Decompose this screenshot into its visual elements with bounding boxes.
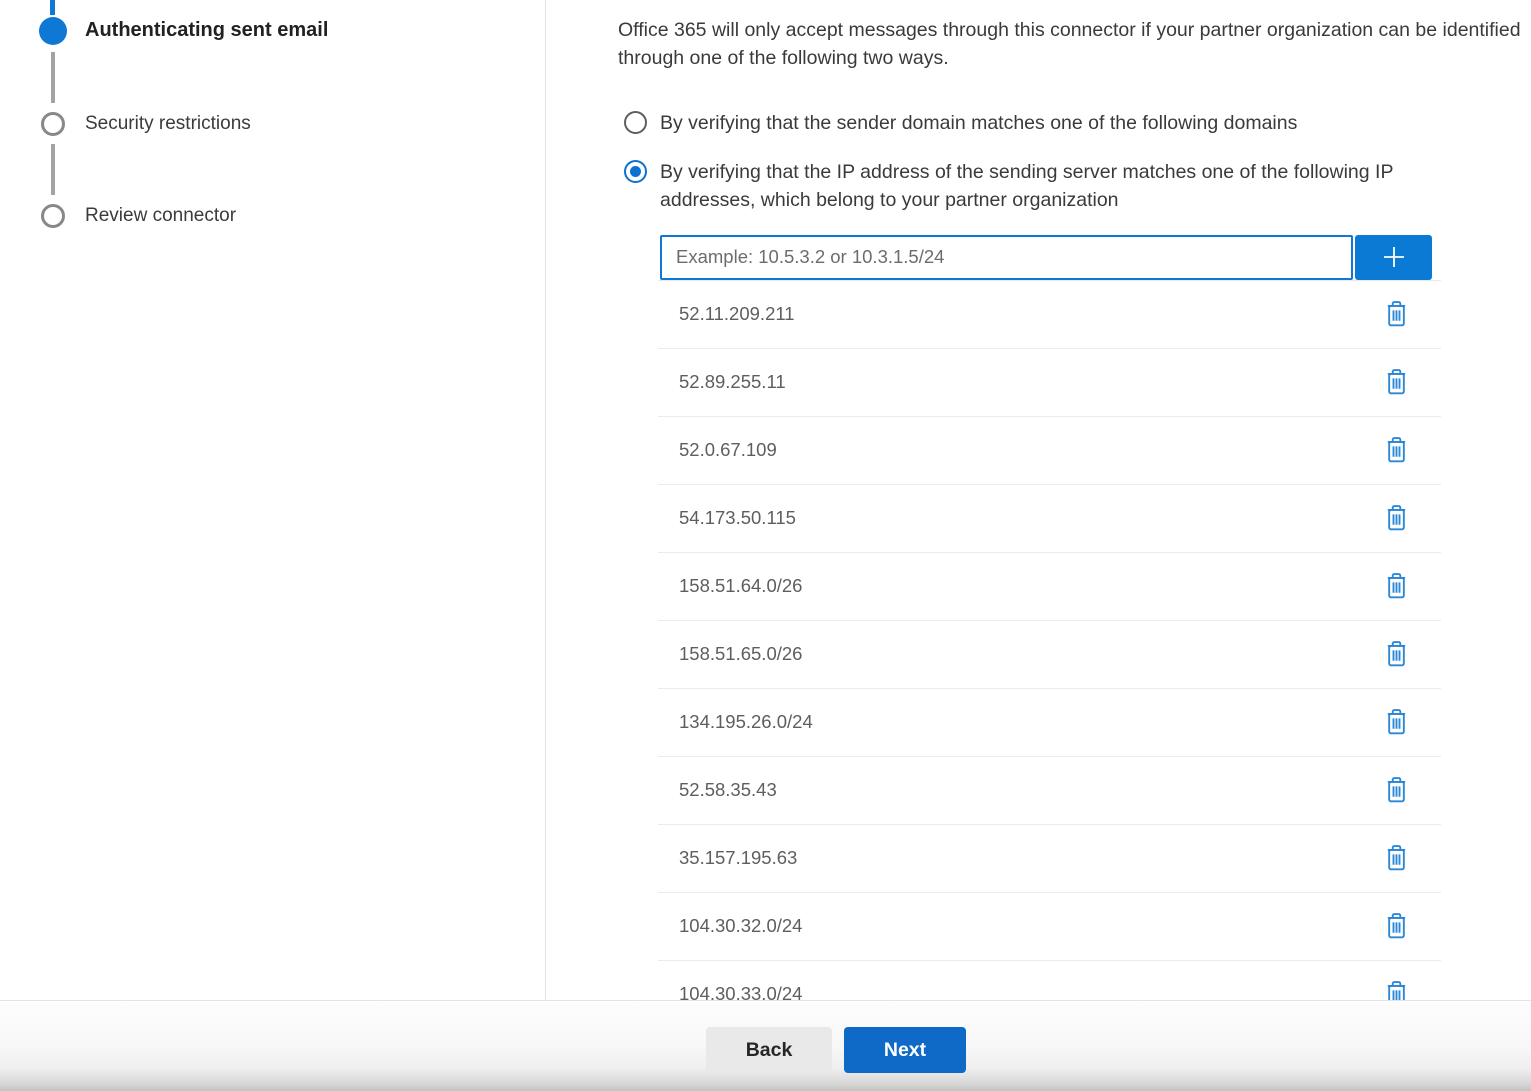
trash-icon [1383,979,1410,1000]
radio-unselected-icon[interactable] [624,111,647,134]
delete-ip-button[interactable] [1381,978,1411,1000]
ip-entry-row [660,235,1432,280]
ip-row: 104.30.33.0/24 [658,961,1441,1001]
ip-address-value: 52.58.35.43 [679,779,1381,801]
trash-icon [1383,775,1410,805]
ip-row: 52.89.255.11 [658,349,1441,417]
delete-ip-button[interactable] [1381,434,1411,466]
ip-address-value: 158.51.65.0/26 [679,643,1381,665]
ip-address-value: 134.195.26.0/24 [679,711,1381,733]
trash-icon [1383,435,1410,465]
add-ip-button[interactable] [1355,235,1432,280]
trash-icon [1383,911,1410,941]
ip-address-value: 52.0.67.109 [679,439,1381,461]
delete-ip-button[interactable] [1381,638,1411,670]
ip-address-value: 104.30.33.0/24 [679,983,1381,1000]
delete-ip-button[interactable] [1381,774,1411,806]
verification-options: By verifying that the sender domain matc… [618,109,1531,215]
trash-icon [1383,571,1410,601]
ip-address-value: 35.157.195.63 [679,847,1381,869]
trash-icon [1383,707,1410,737]
delete-ip-button[interactable] [1381,570,1411,602]
ip-address-value: 52.89.255.11 [679,371,1381,393]
plus-icon [1378,241,1410,273]
ip-row: 104.30.32.0/24 [658,893,1441,961]
back-button[interactable]: Back [706,1027,832,1073]
wizard-stepper-sidebar: Authenticating sent email Security restr… [0,0,546,1000]
step-empty-dot-icon [41,112,65,136]
option-label: By verifying that the sender domain matc… [660,109,1297,138]
ip-address-value: 104.30.32.0/24 [679,915,1381,937]
stepper-rail-segment [51,52,55,103]
stepper-rail-segment [51,144,55,195]
option-verify-ip-address[interactable]: By verifying that the IP address of the … [618,158,1531,215]
delete-ip-button[interactable] [1381,842,1411,874]
ip-address-value: 54.173.50.115 [679,507,1381,529]
connector-wizard-page: Authenticating sent email Security restr… [0,0,1531,1091]
delete-ip-button[interactable] [1381,298,1411,330]
ip-address-value: 158.51.64.0/26 [679,575,1381,597]
step-empty-dot-icon [41,204,65,228]
ip-list: 52.11.209.211 52.89.255.11 52.0.67.109 [658,280,1441,1001]
step-security-restrictions[interactable]: Security restrictions [85,113,251,135]
trash-icon [1383,367,1410,397]
intro-text: Office 365 will only accept messages thr… [618,16,1528,72]
option-verify-sender-domain[interactable]: By verifying that the sender domain matc… [618,109,1531,138]
step-active-dot-icon [39,17,67,45]
delete-ip-button[interactable] [1381,910,1411,942]
delete-ip-button[interactable] [1381,502,1411,534]
ip-row: 54.173.50.115 [658,485,1441,553]
ip-row: 35.157.195.63 [658,825,1441,893]
step-authenticating-sent-email[interactable]: Authenticating sent email [85,19,328,42]
delete-ip-button[interactable] [1381,366,1411,398]
ip-row: 158.51.64.0/26 [658,553,1441,621]
ip-address-value: 52.11.209.211 [679,303,1381,325]
footer-buttons: Back Next [0,1001,1531,1073]
ip-row: 52.11.209.211 [658,281,1441,349]
trash-icon [1383,843,1410,873]
step-review-connector[interactable]: Review connector [85,205,236,227]
trash-icon [1383,503,1410,533]
ip-row: 52.0.67.109 [658,417,1441,485]
ip-address-input[interactable] [660,235,1353,280]
stepper-rail-top [50,0,55,15]
next-button[interactable]: Next [844,1027,966,1073]
radio-selected-icon[interactable] [624,160,647,183]
ip-row: 158.51.65.0/26 [658,621,1441,689]
ip-row: 52.58.35.43 [658,757,1441,825]
ip-row: 134.195.26.0/24 [658,689,1441,757]
option-label: By verifying that the IP address of the … [660,158,1482,215]
trash-icon [1383,299,1410,329]
delete-ip-button[interactable] [1381,706,1411,738]
trash-icon [1383,639,1410,669]
wizard-footer: Back Next [0,1000,1531,1091]
wizard-step-content: Office 365 will only accept messages thr… [547,0,1531,1000]
